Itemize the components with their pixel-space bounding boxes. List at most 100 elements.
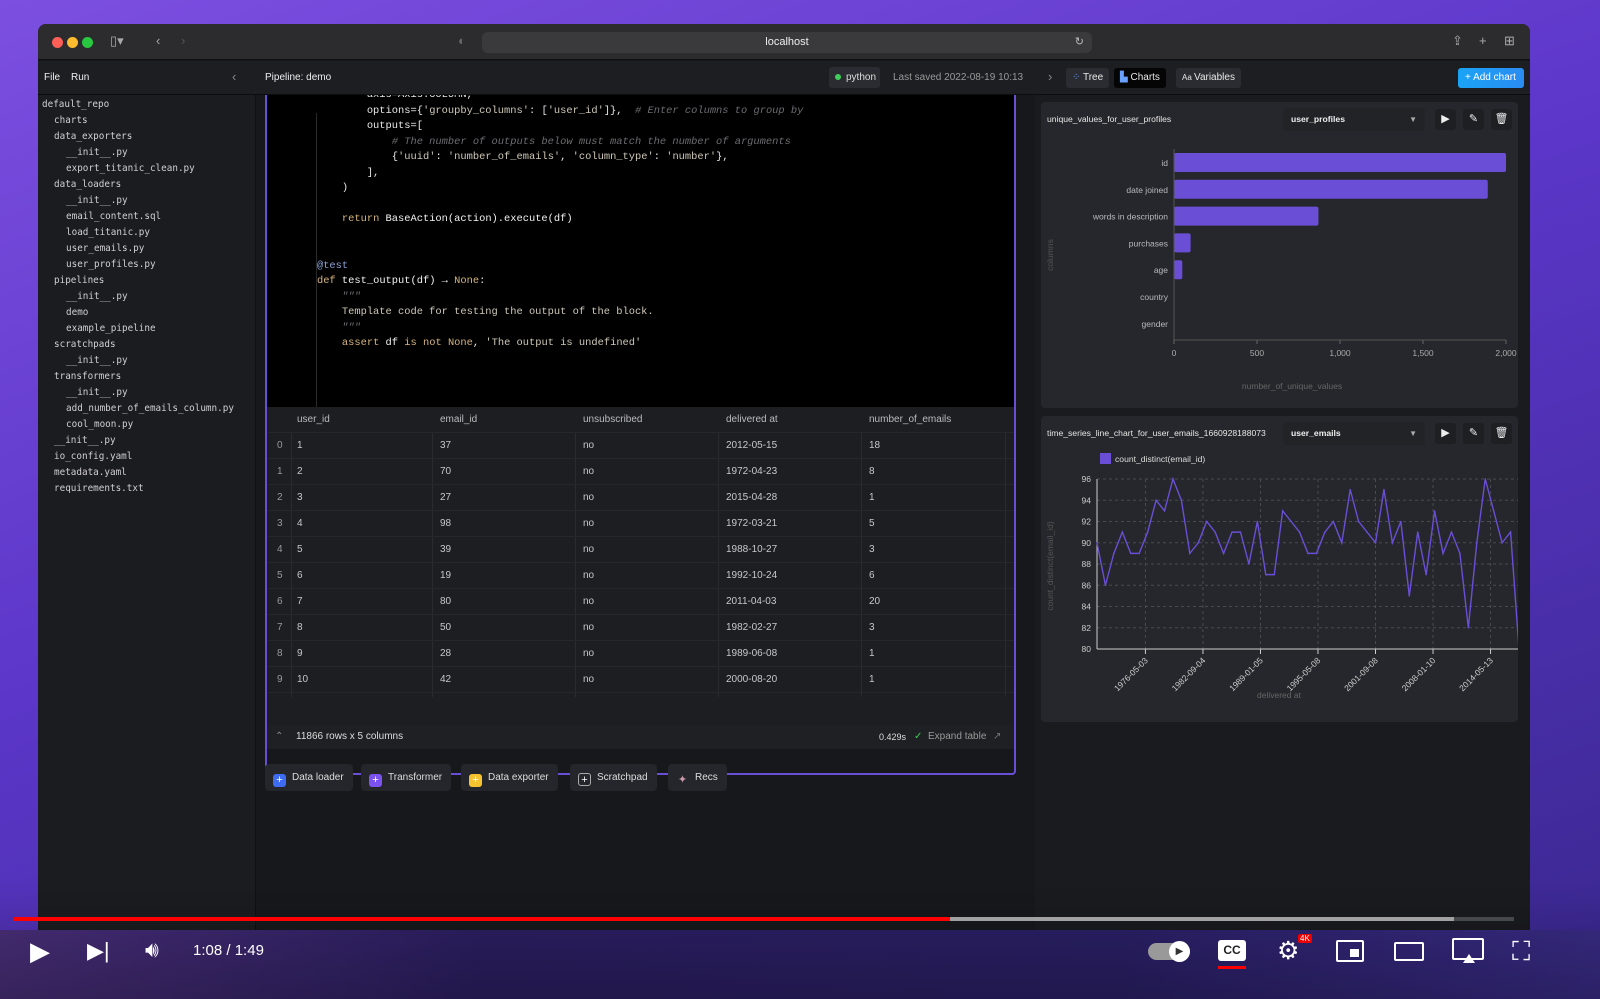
tree-item[interactable]: data_exporters [54,129,132,144]
variables-icon: Aa [1182,73,1195,82]
close-window-button[interactable] [52,37,63,48]
reload-icon[interactable]: ↻ [1075,32,1084,53]
column-header-user_id[interactable]: user_id [297,407,330,433]
data-point [1433,510,1436,512]
tree-item[interactable]: user_emails.py [66,241,144,256]
add-data-loader-button[interactable]: + Data loader [265,764,353,791]
minimize-window-button[interactable] [67,37,78,48]
play-icon[interactable]: ▶ [30,936,50,967]
bar-date-joined [1174,179,1488,199]
settings-gear-icon[interactable]: ⚙ [1277,936,1299,966]
new-tab-icon[interactable]: + [1479,33,1487,48]
tree-item[interactable]: transformers [54,369,121,384]
add-chart-label: Add chart [1473,72,1516,83]
tree-item[interactable]: __init__.py [54,433,116,448]
data-point [1163,510,1166,512]
y-tick-label: 88 [1082,559,1092,569]
column-header-email_id[interactable]: email_id [440,407,477,433]
maximize-window-button[interactable] [82,37,93,48]
captions-button[interactable]: CC [1218,940,1246,961]
table-row[interactable]: 1 2 70 no 1972-04-23 8 [267,459,1014,485]
duration: 1:49 [234,942,264,959]
next-icon[interactable]: ▶| [87,938,110,964]
column-header-delivered-at[interactable]: delivered at [726,407,778,433]
theater-mode-icon[interactable] [1394,942,1424,961]
tree-item[interactable]: email_content.sql [66,209,161,224]
tree-item[interactable]: default_repo [42,97,109,112]
data-point [1332,520,1335,523]
tree-item[interactable]: scratchpads [54,337,116,352]
tree-item[interactable]: metadata.yaml [54,465,127,480]
tab-variables[interactable]: Aa Variables [1176,68,1241,88]
table-row[interactable]: 2 3 27 no 2015-04-28 1 [267,485,1014,511]
collapse-sidebar-icon[interactable]: ‹ [232,69,236,84]
tree-item[interactable]: __init__.py [66,385,128,400]
expand-panel-icon[interactable]: › [1048,69,1052,84]
table-row[interactable]: 0 1 37 no 2012-05-15 18 [267,433,1014,459]
code-token: assert [341,337,380,349]
forward-icon[interactable]: › [181,33,185,48]
menu-run[interactable]: Run [71,72,89,83]
y-tick-label: 92 [1082,517,1092,527]
code-line: return BaseAction(action).execute(df) [292,213,573,225]
table-cell: 8 [297,622,303,633]
address-bar[interactable]: localhost ↻ [482,32,1092,53]
add-chart-button[interactable]: + Add chart [1458,68,1524,88]
tree-item[interactable]: data_loaders [54,177,121,192]
table-row[interactable]: 7 8 50 no 1982-02-27 3 [267,615,1014,641]
table-row[interactable]: 4 5 39 no 1988-10-27 3 [267,537,1014,563]
code-token: 'groupby_columns' [422,104,529,117]
tree-item[interactable]: requirements.txt [54,481,144,496]
tree-item[interactable]: charts [54,113,88,128]
tree-item[interactable]: export_titanic_clean.py [66,161,195,176]
legend-label[interactable]: count_distinct(email_id) [1115,454,1205,464]
miniplayer-icon[interactable] [1336,940,1364,962]
tree-item[interactable]: io_config.yaml [54,449,132,464]
tree-item[interactable]: user_profiles.py [66,257,156,272]
table-row[interactable]: 5 6 19 no 1992-10-24 6 [267,563,1014,589]
tree-item[interactable]: add_number_of_emails_column.py [66,401,234,416]
collapse-output-icon[interactable]: ⌃ [275,725,283,749]
column-header-number_of_emails[interactable]: number_of_emails [869,407,951,433]
expand-table-link[interactable]: Expand table [928,725,986,749]
menu-file[interactable]: File [44,72,60,83]
volume-icon[interactable]: 🔊︎ [145,937,159,963]
add-transformer-button[interactable]: + Transformer [361,764,452,791]
button-label: Scratchpad [597,772,648,783]
tree-item[interactable]: __init__.py [66,353,128,368]
code-editor[interactable]: axis=Axis.COLUMN, options={'groupby_colu… [267,95,1014,413]
time-separator: / [222,942,235,959]
add-scratchpad-button[interactable]: + Scratchpad [570,764,657,791]
table-row[interactable]: 9 10 42 no 2000-08-20 1 [267,667,1014,693]
share-icon[interactable]: ⇪ [1452,33,1463,49]
tab-charts[interactable]: ▙ Charts [1114,68,1166,88]
add-data-exporter-button[interactable]: + Data exporter [461,764,558,791]
sidebar-toggle-icon[interactable]: ▯▾ [110,33,124,49]
tree-item[interactable]: example_pipeline [66,321,156,336]
tree-item[interactable]: cool_moon.py [66,417,133,432]
airplay-icon[interactable] [1452,938,1484,963]
tree-item[interactable]: pipelines [54,273,104,288]
video-progress-bar[interactable] [14,917,1514,921]
autoplay-toggle[interactable]: ▶ [1148,941,1190,962]
table-cell: 1 [869,674,875,685]
tab-overview-icon[interactable]: ⊞ [1504,33,1515,49]
fullscreen-icon[interactable]: ⛶ [1512,936,1530,968]
table-row[interactable]: 8 9 28 no 1989-06-08 1 [267,641,1014,667]
tree-item[interactable]: __init__.py [66,145,128,160]
tree-item[interactable]: load_titanic.py [66,225,150,240]
tree-item[interactable]: demo [66,305,88,320]
table-row[interactable]: 3 4 98 no 1972-03-21 5 [267,511,1014,537]
add-recs-button[interactable]: ✦ Recs [668,764,727,791]
tree-item[interactable]: __init__.py [66,193,128,208]
data-point [1357,520,1360,523]
tree-item[interactable]: __init__.py [66,289,128,304]
x-tick-label: 2008-01-10 [1400,655,1438,693]
back-icon[interactable]: ‹ [156,33,160,48]
external-link-icon[interactable]: ↗ [993,725,1001,749]
table-row[interactable]: 6 7 80 no 2011-04-03 20 [267,589,1014,615]
kernel-badge[interactable]: python [829,67,880,88]
table-cell: 20 [869,596,881,607]
tab-tree[interactable]: ⁘ Tree [1066,68,1110,88]
column-header-unsubscribed[interactable]: unsubscribed [583,407,642,433]
